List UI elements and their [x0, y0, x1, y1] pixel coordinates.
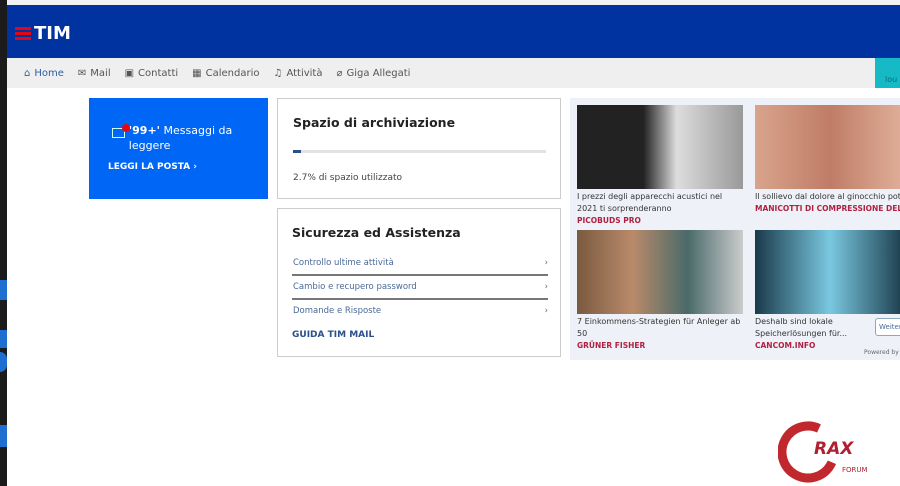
svg-text:FORUM: FORUM — [842, 466, 868, 474]
ad-source: GRÜNER FISHER — [577, 341, 646, 350]
nav-mail[interactable]: ✉ Mail — [78, 68, 111, 79]
read-mail-label: LEGGI LA POSTA — [108, 162, 191, 172]
nav-contatti[interactable]: ▣ Contatti — [125, 68, 179, 79]
nav-calendario[interactable]: ▦ Calendario — [192, 68, 259, 79]
storage-card: Spazio di archiviazione 2.7% di spazio u… — [277, 98, 561, 199]
home-icon: ⌂ — [24, 67, 31, 79]
mail-icon: ✉ — [77, 67, 87, 79]
nav-giga-allegati[interactable]: ⌀ Giga Allegati — [336, 68, 410, 79]
storage-progress-fill — [293, 150, 301, 153]
chevron-right-icon: › — [544, 306, 548, 316]
calendar-icon: ▦ — [192, 67, 202, 79]
ad-title: Deshalb sind lokale Speicherlösungen für… — [755, 317, 848, 338]
link-label: Cambio e recupero password — [293, 282, 417, 292]
nav-label: Home — [34, 67, 64, 79]
bell-icon: ♫ — [273, 67, 283, 79]
header: TIM — [7, 5, 900, 58]
desktop-edge — [0, 0, 7, 486]
brand-name: TIM — [34, 23, 71, 44]
storage-title: Spazio di archiviazione — [293, 115, 456, 130]
sponsored-ads: I prezzi degli apparecchi acustici nel 2… — [570, 98, 900, 360]
chevron-right-icon: › — [544, 258, 548, 268]
svg-text:RAX: RAX — [814, 439, 854, 459]
ad-image — [577, 105, 743, 189]
read-mail-link[interactable]: LEGGI LA POSTA › — [108, 162, 197, 172]
link-label: Domande e Risposte — [293, 306, 382, 316]
nav-label: Calendario — [205, 67, 260, 79]
ad-item[interactable]: Deshalb sind lokale Speicherlösungen für… — [755, 230, 900, 350]
storage-progress — [293, 150, 546, 153]
contacts-icon: ▣ — [124, 67, 135, 79]
ad-title: 7 Einkommens-Strategien für Anleger ab 5… — [577, 317, 741, 338]
crax-watermark-logo: RAX FORUM — [778, 421, 868, 483]
chevron-right-icon: › — [544, 282, 548, 292]
link-faq[interactable]: Domande e Risposte › — [292, 300, 548, 322]
chevron-right-icon: › — [193, 162, 197, 172]
security-title: Sicurezza ed Assistenza — [292, 225, 461, 240]
mail-alert-icon — [112, 124, 130, 138]
storage-text: 2.7% di spazio utilizzato — [293, 173, 403, 183]
tim-logo-icon — [15, 26, 31, 41]
nav-label: Contatti — [138, 67, 179, 79]
nav-label: Mail — [90, 67, 111, 79]
link-activity-check[interactable]: Controllo ultime attività › — [292, 252, 548, 276]
ad-item[interactable]: Il sollievo dal dolore al ginocchio potr… — [755, 105, 900, 213]
unread-mail-card: '99+' Messaggi da leggere LEGGI LA POSTA… — [89, 98, 268, 199]
ad-item[interactable]: 7 Einkommens-Strategien für Anleger ab 5… — [577, 230, 743, 350]
ad-image — [577, 230, 743, 314]
security-card: Sicurezza ed Assistenza Controllo ultime… — [277, 208, 561, 357]
nav-label: Giga Allegati — [346, 67, 411, 79]
paperclip-icon: ⌀ — [336, 67, 343, 79]
ad-source: PICOBUDS PRO — [577, 216, 641, 225]
ad-item[interactable]: I prezzi degli apparecchi acustici nel 2… — [577, 105, 743, 225]
nav-home[interactable]: ⌂ Home — [24, 68, 64, 79]
nav-label: Attività — [286, 67, 323, 79]
ad-image — [755, 105, 900, 189]
ad-source: CANCOM.INFO — [755, 341, 816, 350]
ad-more-button[interactable]: Weiter — [875, 318, 900, 336]
link-password[interactable]: Cambio e recupero password › — [292, 276, 548, 300]
logout-button[interactable]: lou — [875, 58, 900, 88]
tim-logo[interactable]: TIM — [15, 23, 71, 44]
ad-source: MANICOTTI DI COMPRESSIONE DEL GIN — [755, 204, 900, 213]
unread-count: '99+' — [128, 124, 161, 137]
ad-title: I prezzi degli apparecchi acustici nel 2… — [577, 192, 723, 213]
main-nav: ⌂ Home ✉ Mail ▣ Contatti ▦ Calendario ♫ Attiv… — [7, 58, 900, 88]
link-label: Controllo ultime attività — [293, 258, 394, 268]
ad-image — [755, 230, 900, 314]
guide-link[interactable]: GUIDA TIM MAIL — [292, 330, 546, 340]
nav-attivita[interactable]: ♫ Attività — [273, 68, 322, 79]
powered-by: Powered by — [864, 349, 899, 356]
ad-title: Il sollievo dal dolore al ginocchio potr… — [755, 192, 900, 201]
